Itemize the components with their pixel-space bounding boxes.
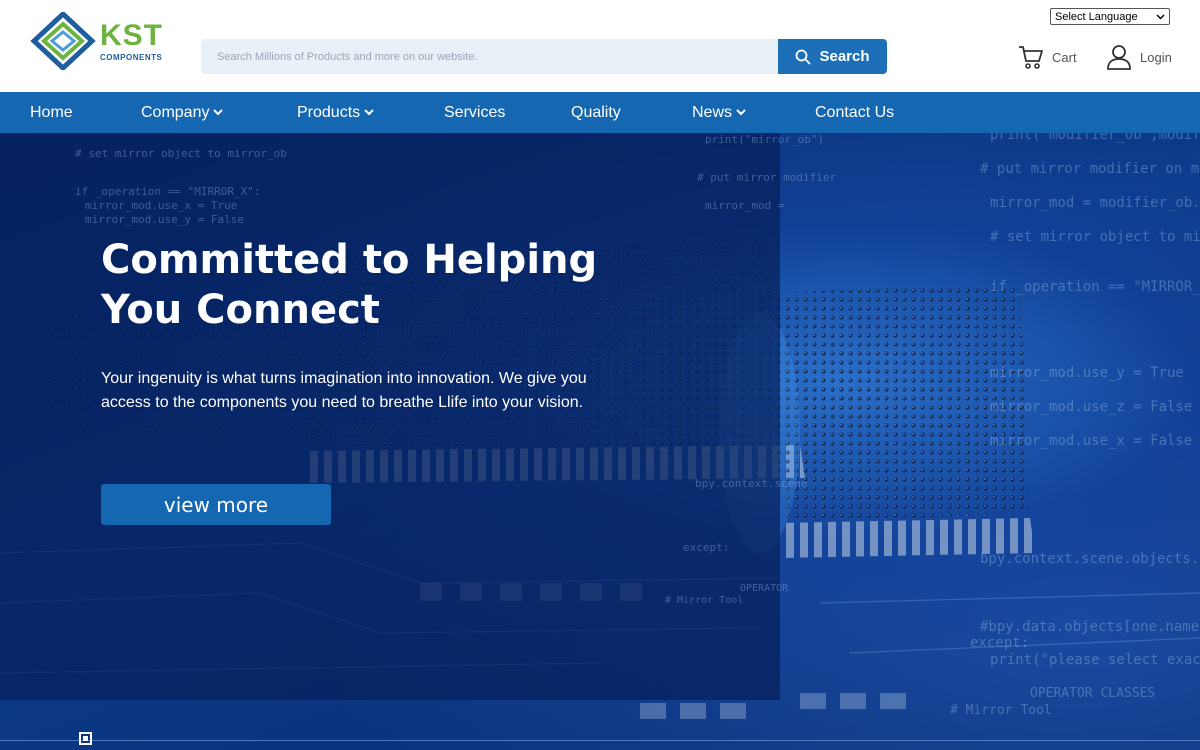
nav-item-label: Contact Us xyxy=(815,103,895,121)
nav-item-contact-us[interactable]: Contact Us xyxy=(815,92,894,133)
main-nav: Home Company Products Services Quality N… xyxy=(0,92,1200,133)
hero-content-panel: # set mirror object to mirror_ob if _ope… xyxy=(0,133,836,700)
search-button[interactable]: Search xyxy=(778,39,887,74)
chevron-down-icon xyxy=(364,109,374,116)
logo-main-text: KST xyxy=(100,18,163,52)
code-decoration: # put mirror modifier on modifier_ob xyxy=(980,161,1200,177)
code-decoration: # put mirror modifier xyxy=(697,171,837,184)
nav-item-label: Home xyxy=(30,103,73,121)
code-decoration: except: xyxy=(970,635,1030,651)
language-select-value: Select Language xyxy=(1055,10,1138,23)
kst-logo[interactable]: KST COMPONENTS xyxy=(30,12,170,70)
nav-item-news[interactable]: News xyxy=(692,92,746,133)
code-decoration: OPERATOR xyxy=(740,583,789,594)
hero-title-line-2: You Connect xyxy=(101,287,380,333)
code-decoration: # Mirror Tool xyxy=(665,595,744,606)
nav-item-label: Products xyxy=(297,103,361,121)
search-input[interactable] xyxy=(201,39,778,74)
hero-bottom-divider xyxy=(0,740,1200,741)
code-decoration: mirror_mod.use_x = False xyxy=(990,433,1193,449)
search-button-label: Search xyxy=(819,48,870,65)
code-decoration: print("please select exactly two") xyxy=(990,652,1200,668)
code-decoration: # set mirror object to mirror_ob xyxy=(990,229,1200,245)
kst-logo-mark-icon xyxy=(30,12,96,70)
chevron-down-icon xyxy=(736,109,746,116)
nav-item-home[interactable]: Home xyxy=(30,92,73,133)
cart-label: Cart xyxy=(1052,49,1077,65)
search-icon xyxy=(796,49,811,64)
nav-item-products[interactable]: Products xyxy=(297,92,374,133)
code-decoration: mirror_mod.use_y = True xyxy=(990,365,1184,381)
nav-item-services[interactable]: Services xyxy=(444,92,505,133)
code-decoration: mirror_mod = xyxy=(705,199,785,212)
code-decoration: bpy.context.scene.objects.active xyxy=(980,551,1200,567)
nav-item-company[interactable]: Company xyxy=(141,92,224,133)
chevron-down-icon xyxy=(1156,13,1165,20)
nav-item-label: News xyxy=(692,103,733,121)
hero-title-line-1: Committed to Helping xyxy=(101,237,598,283)
code-decoration: if _operation == "MIRROR_X": xyxy=(990,279,1200,295)
code-decoration: OPERATOR CLASSES xyxy=(1030,686,1156,701)
nav-item-quality[interactable]: Quality xyxy=(571,92,621,133)
view-more-button[interactable]: view more xyxy=(101,484,331,525)
code-decoration: mirror_mod.use_y = False xyxy=(85,213,244,226)
code-decoration: mirror_mod.use_x = True xyxy=(85,199,238,212)
code-decoration: mirror_mod.use_z = False xyxy=(990,399,1193,415)
site-header: KST COMPONENTS Search Select Language Ca… xyxy=(0,0,1200,92)
user-icon xyxy=(1107,45,1131,70)
hero-title: Committed to Helping You Connect xyxy=(101,235,621,335)
slide-indicator[interactable] xyxy=(79,732,92,745)
login-label: Login xyxy=(1140,49,1172,65)
login-link[interactable]: Login xyxy=(1106,43,1172,71)
search-bar: Search xyxy=(201,39,887,74)
cart-icon xyxy=(1019,46,1043,69)
code-decoration: print("mirror_ob") xyxy=(705,133,825,146)
hero-description: Your ingenuity is what turns imagination… xyxy=(101,370,587,411)
code-decoration: if _operation == "MIRROR_X": xyxy=(75,185,261,198)
nav-item-label: Company xyxy=(141,103,210,121)
slide-indicator-dot xyxy=(83,736,88,741)
nav-item-label: Services xyxy=(444,103,506,121)
code-decoration: print("modifier_ob",modifier_ob) xyxy=(990,133,1200,143)
logo-text: KST COMPONENTS xyxy=(100,18,163,62)
code-decoration: mirror_mod = modifier_ob.modifiers xyxy=(990,195,1200,211)
logo-sub-text: COMPONENTS xyxy=(100,52,163,62)
hero-banner: print("modifier_ob",modifier_ob) # put m… xyxy=(0,133,1200,750)
nav-item-label: Quality xyxy=(571,103,621,121)
code-decoration: # set mirror object to mirror_ob xyxy=(75,147,287,160)
code-decoration: except: xyxy=(683,541,730,554)
cart-link[interactable]: Cart xyxy=(1018,43,1077,71)
chevron-down-icon xyxy=(213,109,224,116)
language-select[interactable]: Select Language xyxy=(1050,8,1170,25)
code-decoration: # Mirror Tool xyxy=(950,703,1052,718)
code-decoration: bpy.context.scene xyxy=(695,477,808,490)
code-decoration: #bpy.data.objects[one.name].select xyxy=(980,619,1200,635)
